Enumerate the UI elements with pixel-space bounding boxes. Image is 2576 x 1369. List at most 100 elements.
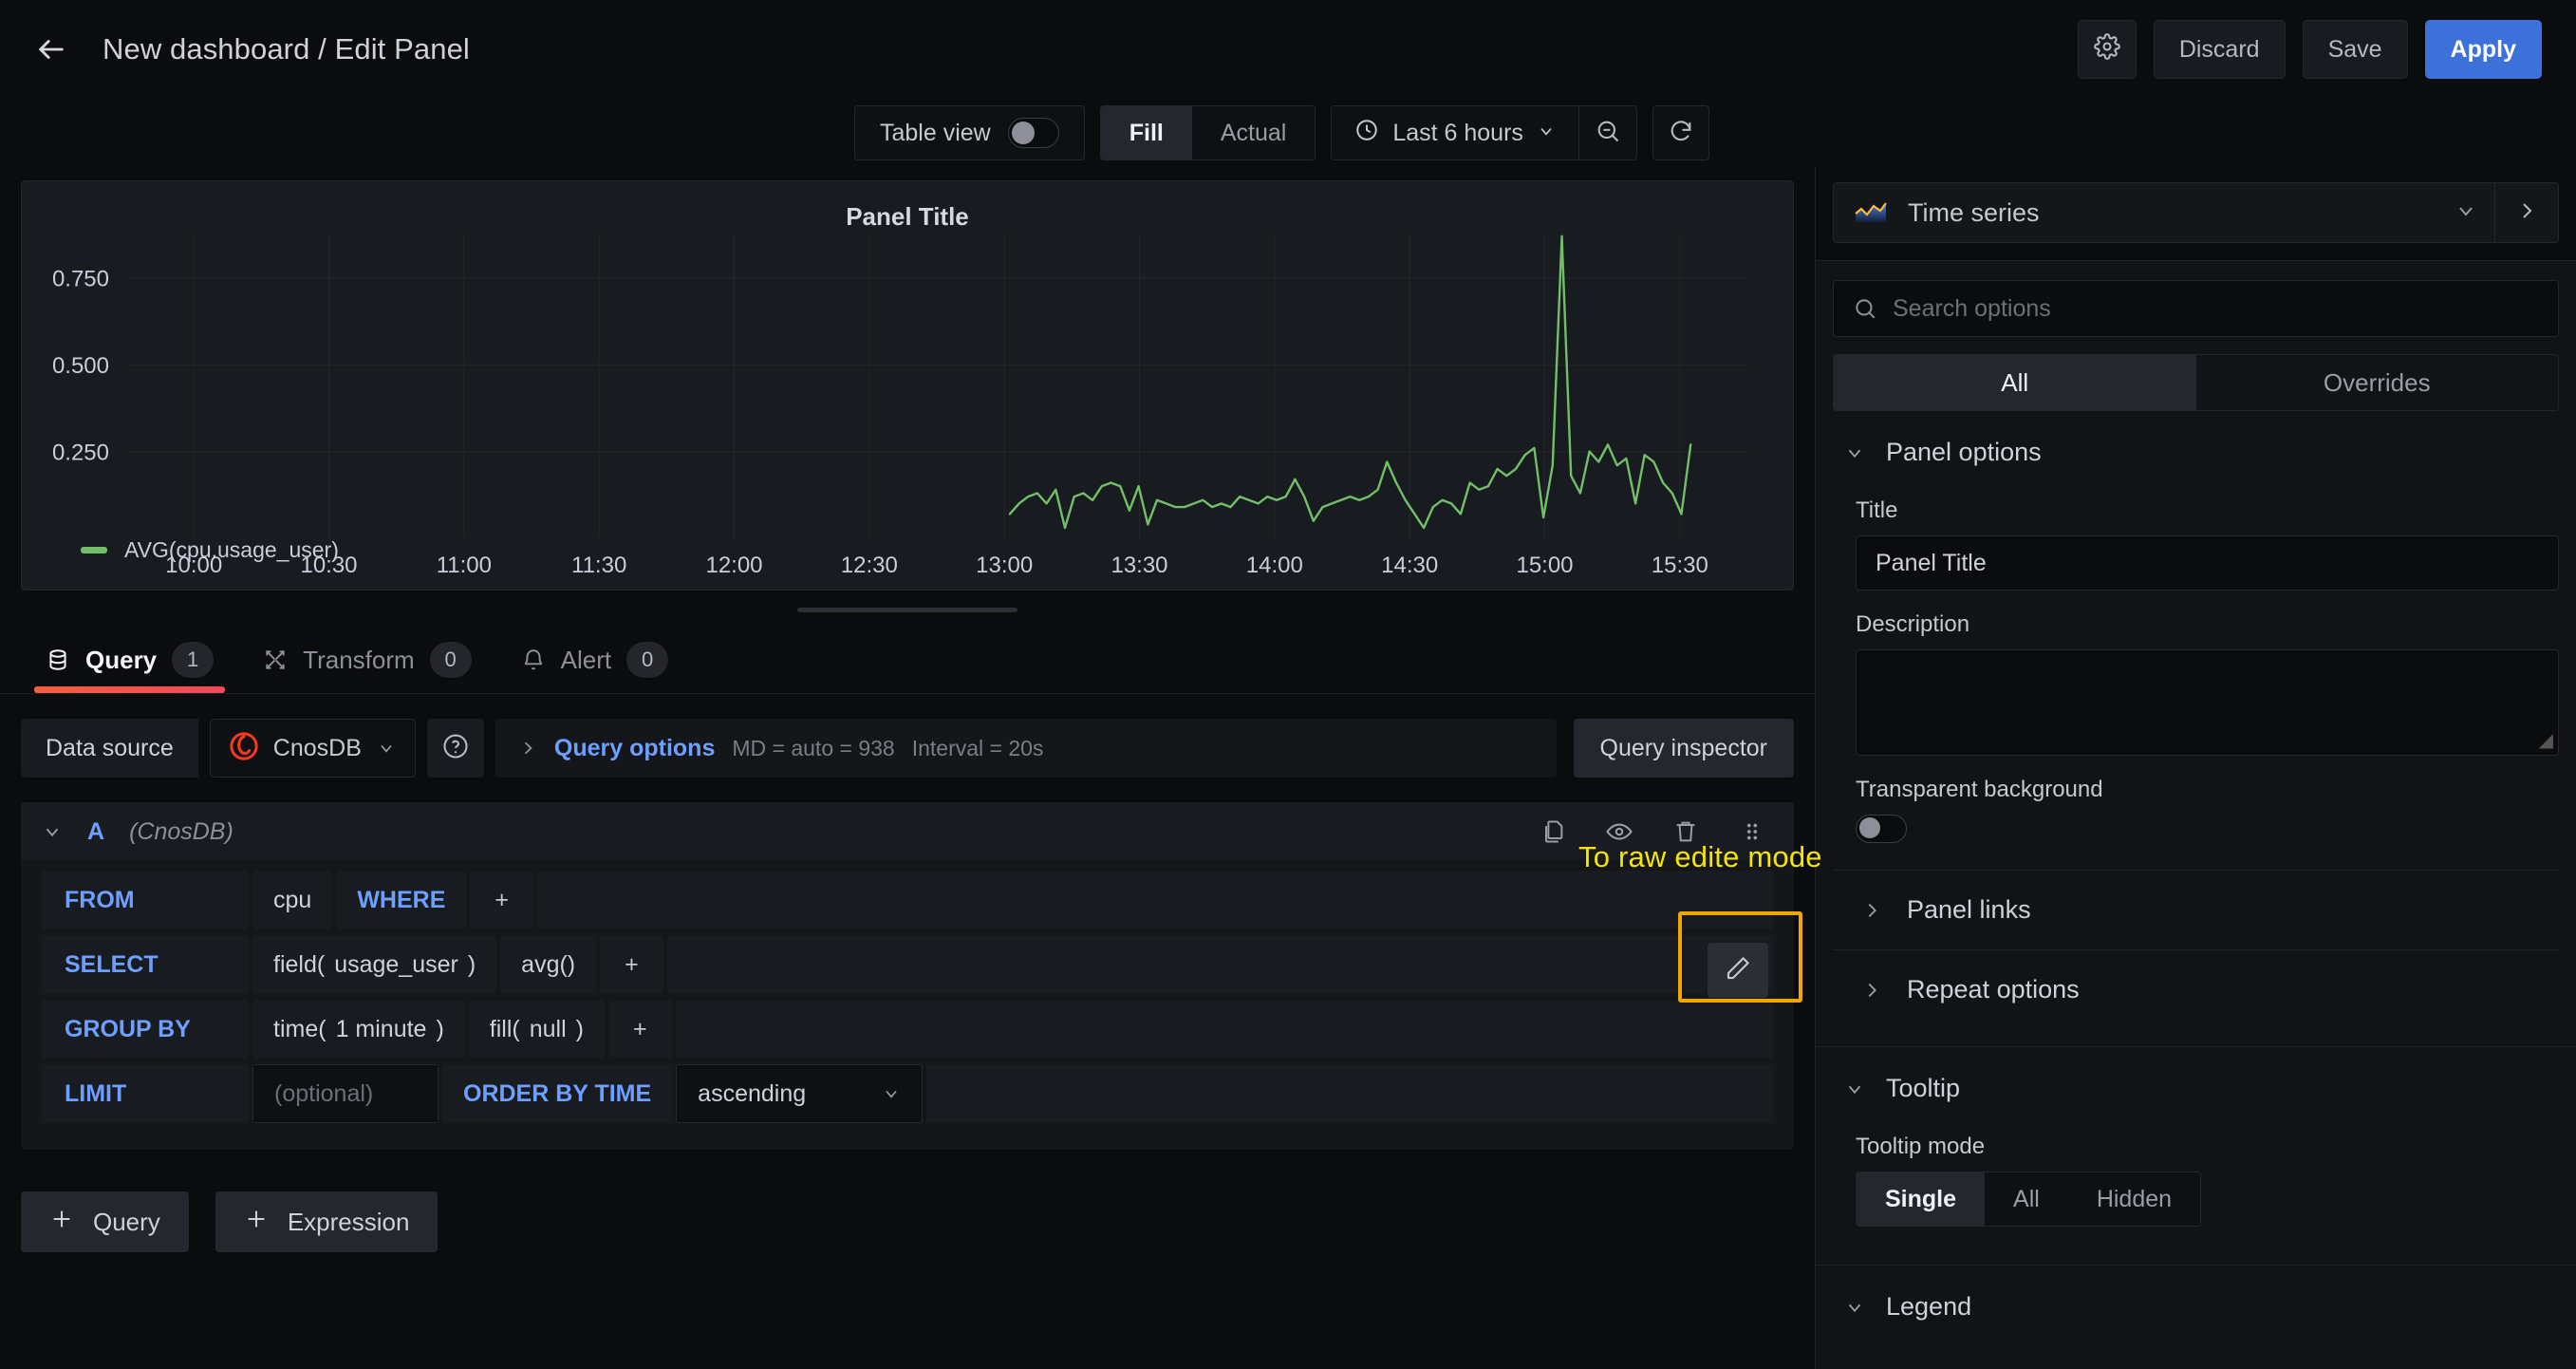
options-filter-tabs: All Overrides xyxy=(1833,354,2559,411)
top-bar: New dashboard / Edit Panel Discard Save … xyxy=(0,0,2576,99)
select-agg-chip[interactable]: avg() xyxy=(500,935,596,994)
panel-links-section-header[interactable]: Panel links xyxy=(1816,871,2576,949)
viz-picker-name: Time series xyxy=(1908,198,2040,228)
data-source-name: CnosDB xyxy=(273,735,362,762)
tooltip-mode-single[interactable]: Single xyxy=(1857,1172,1985,1226)
select-field-arg[interactable]: usage_user xyxy=(325,951,468,979)
order-by-time-select[interactable]: ascending xyxy=(676,1064,923,1123)
time-range-button[interactable]: Last 6 hours xyxy=(1332,118,1578,149)
edit-raw-query-button[interactable] xyxy=(1708,943,1768,998)
tooltip-body: Tooltip mode Single All Hidden xyxy=(1816,1134,2576,1227)
visualization-picker: Time series xyxy=(1833,182,2559,243)
chart-legend[interactable]: AVG(cpu.usage_user) xyxy=(81,537,339,563)
left-column: Panel Title 0.2500.5000.75010:0010:3011:… xyxy=(0,167,1815,1369)
chevron-right-icon xyxy=(518,739,537,758)
data-source-picker[interactable]: CnosDB xyxy=(210,719,416,778)
groupby-fill-chip[interactable]: fill( null ) xyxy=(469,1000,605,1059)
legend-color-swatch xyxy=(81,547,107,553)
tooltip-mode-all[interactable]: All xyxy=(1985,1172,2068,1226)
switch-knob xyxy=(1012,122,1035,144)
zoom-out-button[interactable] xyxy=(1579,118,1636,149)
toggle-options-pane-button[interactable] xyxy=(2495,199,2558,227)
groupby-time-arg[interactable]: 1 minute xyxy=(327,1016,437,1043)
back-arrow-icon[interactable] xyxy=(28,27,74,72)
main-split: Panel Title 0.2500.5000.75010:0010:3011:… xyxy=(0,167,2576,1369)
groupby-fill-arg[interactable]: null xyxy=(520,1016,576,1043)
svg-text:12:00: 12:00 xyxy=(705,553,762,578)
options-tab-all[interactable]: All xyxy=(1834,355,2196,410)
dashboard-settings-button[interactable] xyxy=(2078,20,2137,79)
tab-alert[interactable]: Alert 0 xyxy=(496,642,693,693)
visualization-panel: Panel Title 0.2500.5000.75010:0010:3011:… xyxy=(21,180,1794,591)
eye-icon[interactable] xyxy=(1598,811,1640,853)
fill-option[interactable]: Fill xyxy=(1101,106,1192,159)
options-scroll-area[interactable]: Panel options Title Panel Title Descript… xyxy=(1816,411,2576,1369)
query-row-limit: LIMIT (optional) ORDER BY TIME ascending xyxy=(42,1064,1773,1123)
trash-icon[interactable] xyxy=(1665,811,1707,853)
search-options-field[interactable]: Search options xyxy=(1833,280,2559,337)
transform-icon xyxy=(263,647,288,672)
from-key-label: FROM xyxy=(42,871,249,929)
timeseries-plot[interactable]: 0.2500.5000.75010:0010:3011:0011:3012:00… xyxy=(22,225,1793,590)
query-collapse-icon[interactable] xyxy=(42,821,63,842)
svg-text:15:30: 15:30 xyxy=(1652,553,1708,578)
add-query-button[interactable]: Query xyxy=(21,1191,189,1252)
actual-option[interactable]: Actual xyxy=(1192,106,1315,159)
table-view-switch[interactable] xyxy=(1008,118,1059,148)
options-tab-overrides[interactable]: Overrides xyxy=(2196,355,2559,410)
spacer xyxy=(1816,1227,2576,1265)
save-button[interactable]: Save xyxy=(2303,20,2408,79)
panel-links-title: Panel links xyxy=(1907,895,2031,925)
query-inspector-button[interactable]: Query inspector xyxy=(1574,719,1794,778)
groupby-time-chip[interactable]: time( 1 minute ) xyxy=(252,1000,465,1059)
discard-button[interactable]: Discard xyxy=(2154,20,2286,79)
tooltip-section-header[interactable]: Tooltip xyxy=(1816,1047,2576,1113)
refresh-button[interactable] xyxy=(1652,105,1709,160)
panel-options-body: Title Panel Title Description ◢ Transpar… xyxy=(1816,497,2576,843)
svg-text:0.750: 0.750 xyxy=(52,267,109,292)
search-icon xyxy=(1853,296,1877,321)
duplicate-query-icon[interactable] xyxy=(1532,811,1574,853)
panel-options-title: Panel options xyxy=(1886,438,2042,467)
query-options-interval: Interval = 20s xyxy=(912,736,1044,761)
repeat-options-section-header[interactable]: Repeat options xyxy=(1816,950,2576,1029)
transparent-background-switch[interactable] xyxy=(1856,815,1907,843)
select-field-chip[interactable]: field( usage_user ) xyxy=(252,935,496,994)
drag-handle-icon[interactable] xyxy=(1731,811,1773,853)
viz-picker-button[interactable]: Time series xyxy=(1834,197,2455,229)
chevron-down-icon xyxy=(1844,1078,1865,1099)
tab-transform[interactable]: Transform 0 xyxy=(238,642,496,693)
from-where-chip[interactable]: WHERE xyxy=(336,871,466,929)
panel-options-section-header[interactable]: Panel options xyxy=(1816,411,2576,477)
query-ref-id[interactable]: A xyxy=(87,818,104,846)
time-series-icon xyxy=(1855,197,1887,229)
groupby-add-button[interactable]: + xyxy=(608,1000,672,1059)
chevron-down-icon xyxy=(1537,120,1556,147)
panel-title-input[interactable]: Panel Title xyxy=(1856,535,2559,591)
legend-section-header[interactable]: Legend xyxy=(1816,1266,2576,1331)
tab-query[interactable]: Query 1 xyxy=(21,642,238,693)
apply-button[interactable]: Apply xyxy=(2425,20,2542,79)
resize-grip-icon[interactable]: ◢ xyxy=(2539,728,2553,752)
panel-resize-handle[interactable] xyxy=(797,608,1017,612)
tooltip-mode-hidden[interactable]: Hidden xyxy=(2068,1172,2200,1226)
add-expression-button[interactable]: Expression xyxy=(215,1191,439,1252)
from-measurement-chip[interactable]: cpu xyxy=(252,871,332,929)
query-editor-body: Data source CnosDB xyxy=(0,694,1815,1369)
data-source-help-button[interactable] xyxy=(427,719,484,778)
chevron-down-icon xyxy=(1844,442,1865,463)
query-options-toggle[interactable]: Query options xyxy=(554,735,715,762)
chevron-down-icon[interactable] xyxy=(2455,199,2494,227)
table-view-toggle[interactable]: Table view xyxy=(854,105,1085,160)
select-add-button[interactable]: + xyxy=(600,935,663,994)
spacer xyxy=(1816,843,2576,870)
tooltip-mode-segment: Single All Hidden xyxy=(1856,1172,2201,1227)
groupby-fill-fn: fill( xyxy=(490,1016,520,1043)
viz-toolbar: Table view Fill Actual Last 6 hours xyxy=(0,99,2576,167)
panel-description-textarea[interactable]: ◢ xyxy=(1856,649,2559,756)
search-options-placeholder: Search options xyxy=(1893,295,2051,323)
breadcrumb: New dashboard / Edit Panel xyxy=(103,32,470,66)
limit-input[interactable]: (optional) xyxy=(252,1064,439,1123)
query-card-a: A (CnosDB) xyxy=(21,802,1794,1150)
from-add-button[interactable]: + xyxy=(470,871,533,929)
